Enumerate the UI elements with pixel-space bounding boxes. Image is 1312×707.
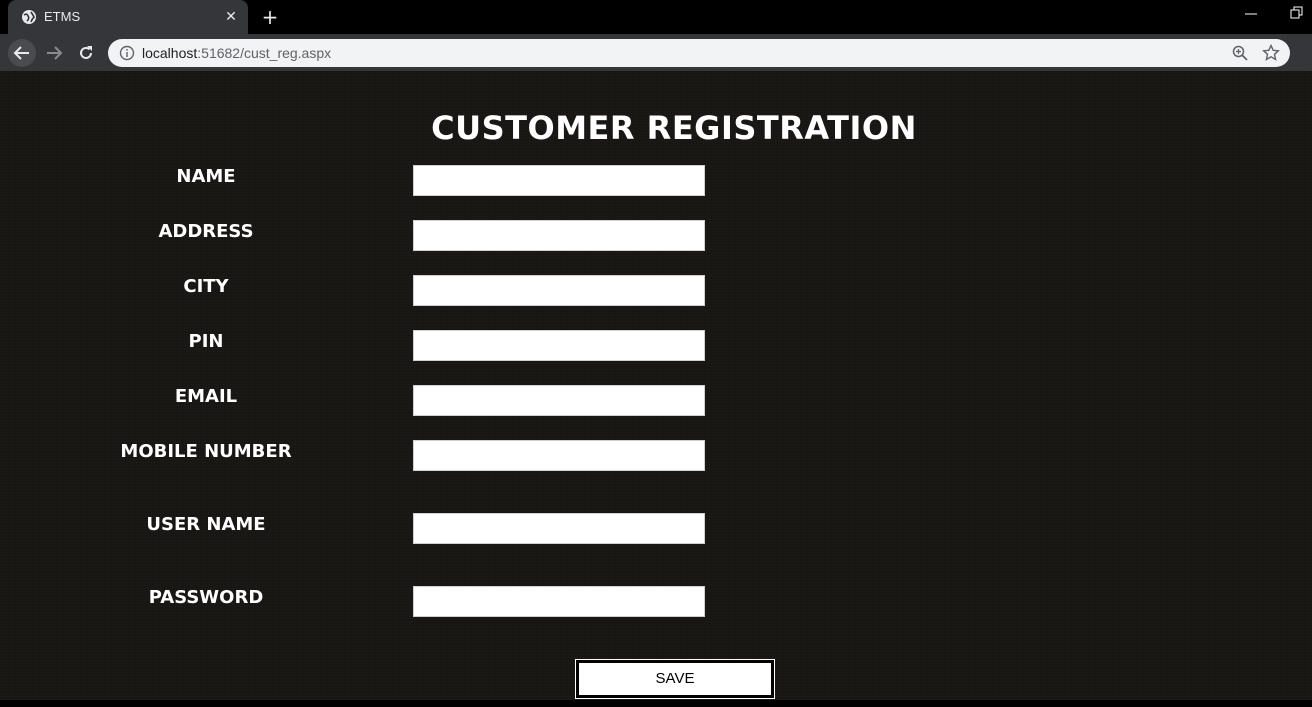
forward-arrow-icon xyxy=(47,46,63,60)
plus-icon[interactable]: + xyxy=(258,5,282,29)
browser-toolbar: localhost:51682/cust_reg.aspx xyxy=(0,34,1312,99)
url-host: localhost xyxy=(142,45,198,61)
name-field[interactable] xyxy=(413,165,705,196)
address-label: ADDRESS xyxy=(158,221,254,242)
browser-tab[interactable]: ETMS ✕ xyxy=(8,0,248,34)
city-field[interactable] xyxy=(413,275,705,306)
close-icon[interactable]: ✕ xyxy=(222,8,240,26)
zoom-icon[interactable] xyxy=(1232,45,1248,61)
mobile-number-label: MOBILE NUMBER xyxy=(120,441,292,462)
pin-field[interactable] xyxy=(413,330,705,361)
save-button[interactable]: SAVE xyxy=(575,659,775,699)
star-icon[interactable] xyxy=(1262,44,1280,62)
mobile-number-field[interactable] xyxy=(413,440,705,471)
email-label: EMAIL xyxy=(174,386,238,407)
url-text: localhost:51682/cust_reg.aspx xyxy=(142,45,331,61)
address-field[interactable] xyxy=(413,220,705,251)
forward-button[interactable] xyxy=(40,39,68,67)
back-button[interactable] xyxy=(8,39,36,67)
password-label: PASSWORD xyxy=(148,587,264,608)
user-name-label: USER NAME xyxy=(146,514,266,535)
url-path: :51682/cust_reg.aspx xyxy=(197,45,332,61)
user-name-field[interactable] xyxy=(413,513,705,544)
password-field[interactable] xyxy=(413,586,705,617)
reload-icon xyxy=(80,46,92,59)
tab-strip: ETMS ✕ + xyxy=(0,0,1312,34)
city-label: CITY xyxy=(183,276,229,297)
back-arrow-icon xyxy=(13,46,29,60)
minimize-icon[interactable] xyxy=(1244,6,1258,20)
restore-icon[interactable] xyxy=(1290,6,1304,20)
page-title: CUSTOMER REGISTRATION xyxy=(431,109,917,147)
name-label: NAME xyxy=(176,166,236,187)
reload-button[interactable] xyxy=(72,39,100,67)
info-icon[interactable] xyxy=(119,45,135,61)
pin-label: PIN xyxy=(188,331,224,352)
email-field[interactable] xyxy=(413,385,705,416)
address-bar[interactable]: localhost:51682/cust_reg.aspx xyxy=(108,39,1290,67)
tab-title: ETMS xyxy=(44,9,81,24)
window-bottom-edge xyxy=(0,700,1312,707)
registration-page: CUSTOMER REGISTRATION NAME ADDRESS CITY … xyxy=(0,71,1312,707)
globe-icon xyxy=(22,10,36,24)
